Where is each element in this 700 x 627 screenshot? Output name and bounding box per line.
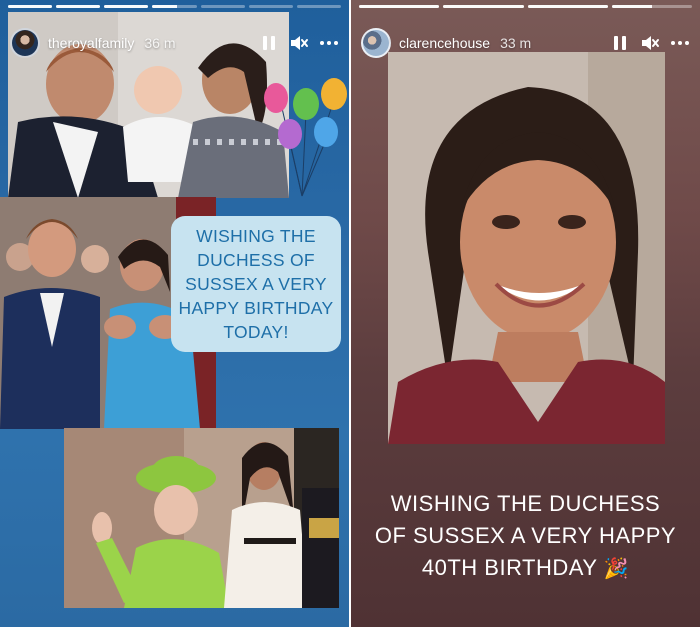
- progress-segment: [611, 5, 692, 8]
- photo-duchess-portrait: [388, 52, 665, 444]
- pause-icon[interactable]: [610, 33, 630, 53]
- progress-segment: [248, 5, 293, 8]
- timestamp: 33 m: [500, 35, 532, 51]
- balloons-illustration: [264, 78, 347, 197]
- more-icon[interactable]: [670, 33, 690, 53]
- mute-icon[interactable]: [640, 33, 660, 53]
- mute-icon[interactable]: [289, 33, 309, 53]
- story-header: clarencehouse 33 m: [361, 26, 690, 60]
- username[interactable]: clarencehouse: [399, 35, 490, 51]
- progress-segment: [104, 5, 149, 8]
- avatar[interactable]: [361, 28, 391, 58]
- username[interactable]: theroyalfamily: [48, 35, 134, 51]
- progress-segment: [296, 5, 341, 8]
- progress-segment: [152, 5, 197, 8]
- story-clarencehouse[interactable]: WISHING THE DUCHESS OF SUSSEX A VERY HAP…: [351, 0, 700, 627]
- more-icon[interactable]: [319, 33, 339, 53]
- progress-segment: [527, 5, 608, 8]
- timestamp: 36 m: [144, 35, 176, 51]
- birthday-message-bubble: WISHING THE DUCHESS OF SUSSEX A VERY HAP…: [171, 216, 341, 352]
- progress-segment: [359, 5, 440, 8]
- party-popper-icon: 🎉: [603, 558, 630, 580]
- birthday-caption: WISHING THE DUCHESS OF SUSSEX A VERY HAP…: [374, 491, 677, 580]
- photo-queen-and-duchess: [64, 428, 339, 608]
- story-progress-bar: [359, 5, 692, 8]
- story-theroyalfamily[interactable]: WISHING THE DUCHESS OF SUSSEX A VERY HAP…: [0, 0, 349, 627]
- story-progress-bar: [8, 5, 341, 8]
- avatar[interactable]: [10, 28, 40, 58]
- progress-segment: [443, 5, 524, 8]
- pause-icon[interactable]: [259, 33, 279, 53]
- progress-segment: [8, 5, 53, 8]
- progress-segment: [200, 5, 245, 8]
- progress-segment: [56, 5, 101, 8]
- story-header: theroyalfamily 36 m: [10, 26, 339, 60]
